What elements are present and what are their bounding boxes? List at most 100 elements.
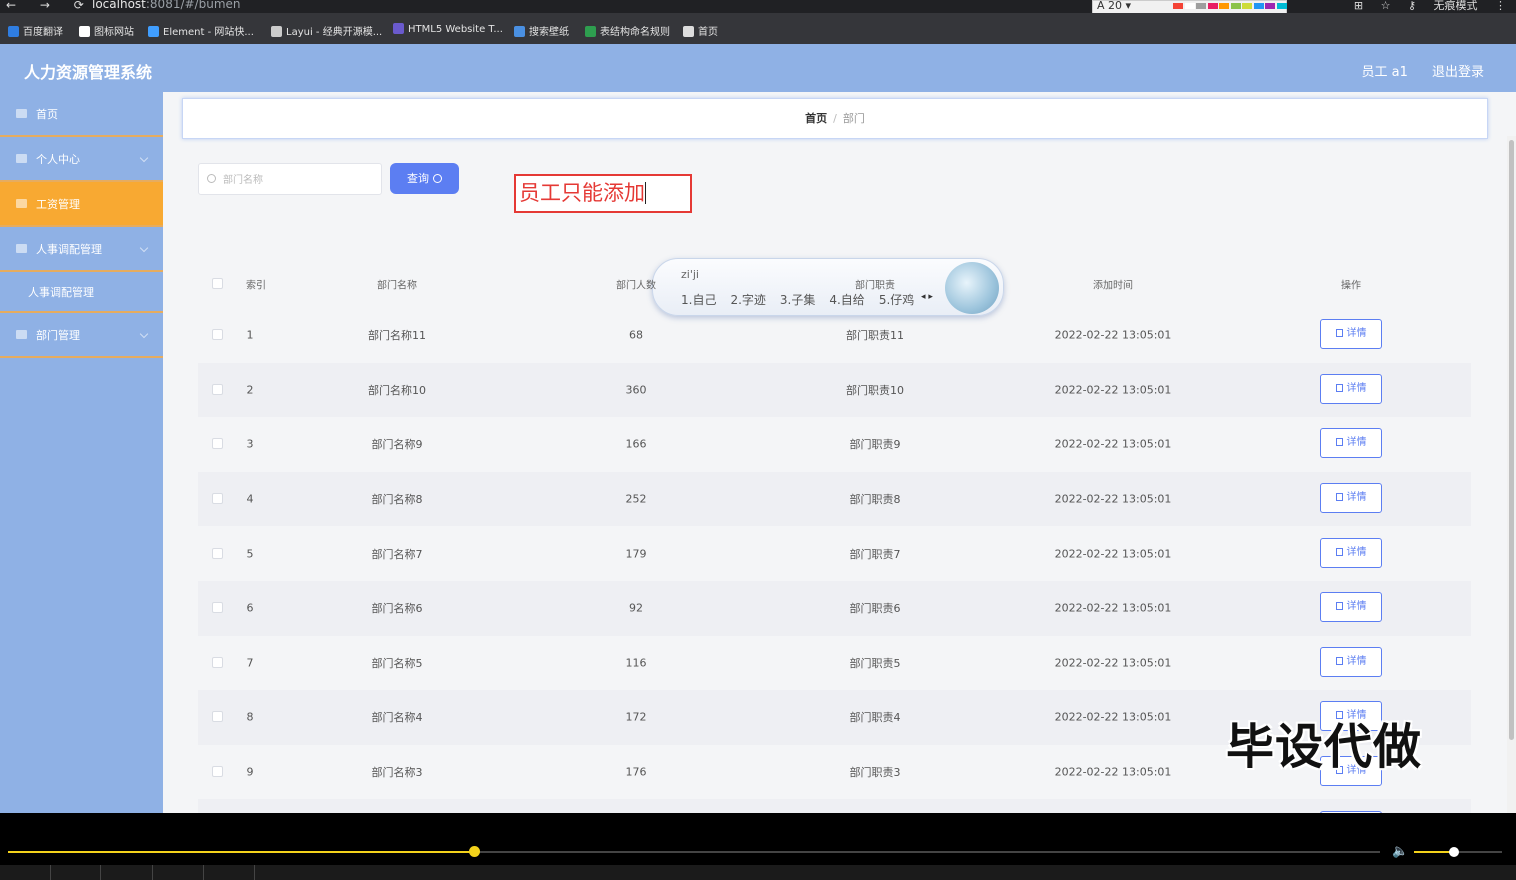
cell-add-time: 2022-02-22 13:05:01: [1054, 492, 1172, 506]
bookmark-label: 搜索壁纸: [529, 27, 569, 38]
bookmark-item[interactable]: 图标网站: [79, 23, 134, 38]
row-checkbox[interactable]: [212, 602, 223, 614]
cell-dept-duty: 部门职责9: [849, 438, 901, 452]
bookmark-icon: [271, 26, 282, 37]
color-swatch[interactable]: [1242, 3, 1252, 9]
progress-knob[interactable]: [469, 846, 481, 857]
progress-track[interactable]: [8, 846, 1380, 857]
color-swatch[interactable]: [1173, 3, 1183, 9]
cell-dept-duty: 部门职责8: [849, 493, 901, 507]
bookmark-item[interactable]: 首页: [683, 23, 718, 38]
sidebar-item[interactable]: 人事调配管理: [0, 227, 163, 272]
translate-icon[interactable]: ⊞: [1354, 0, 1363, 12]
detail-button-label: 详情: [1346, 492, 1367, 504]
document-icon: [1335, 656, 1343, 665]
volume-track[interactable]: [1414, 847, 1502, 857]
font-size-value[interactable]: A 20 ▾: [1097, 0, 1131, 12]
query-button[interactable]: 查询: [390, 163, 459, 194]
sidebar-item[interactable]: 工资管理: [0, 182, 163, 227]
bookmark-item[interactable]: 搜索壁纸: [514, 23, 569, 38]
sidebar-item[interactable]: 首页: [0, 92, 163, 137]
color-swatch[interactable]: [1184, 3, 1195, 9]
cell-dept-name: 部门名称11: [368, 329, 426, 343]
sidebar-item[interactable]: 人事调配管理: [0, 272, 163, 313]
logout-link[interactable]: 退出登录: [1432, 65, 1484, 80]
annotation-text-box[interactable]: 员工只能添加: [514, 174, 692, 213]
incognito-label[interactable]: 无痕模式: [1434, 0, 1478, 12]
flag-icon: [16, 330, 27, 339]
bookmark-icon: [585, 26, 596, 37]
bookmark-icon: [683, 26, 694, 37]
cell-dept-duty: 部门职责3: [849, 766, 901, 780]
color-swatch[interactable]: [1265, 3, 1275, 9]
table-row: 6 部门名称6 92 部门职责6 2022-02-22 13:05:01 详情: [198, 580, 1471, 636]
color-swatch[interactable]: [1276, 3, 1287, 9]
bookmark-item[interactable]: 表结构命名规则: [585, 23, 670, 38]
row-checkbox[interactable]: [212, 383, 223, 395]
detail-button[interactable]: 详情: [1320, 646, 1382, 677]
browser-nav-icons[interactable]: ← → ⟳: [6, 0, 94, 12]
row-checkbox[interactable]: [212, 656, 223, 668]
search-icon: [433, 174, 442, 183]
cell-dept-count: 68: [629, 328, 643, 342]
sidebar-item-label: 工资管理: [36, 197, 80, 211]
color-swatch[interactable]: [1253, 3, 1264, 9]
detail-button[interactable]: 详情: [1320, 319, 1382, 350]
color-swatch[interactable]: [1207, 3, 1218, 9]
document-icon: [1335, 438, 1343, 447]
document-icon: [1335, 602, 1343, 611]
cell-dept-name: 部门名称8: [371, 493, 423, 507]
header-index: 索引: [246, 280, 266, 292]
detail-button[interactable]: 详情: [1320, 373, 1382, 404]
cell-index: 5: [246, 547, 254, 561]
row-checkbox[interactable]: [212, 766, 223, 778]
detail-button[interactable]: 详情: [1320, 592, 1382, 623]
bookmark-item[interactable]: Element - 网站快...: [148, 23, 254, 38]
detail-button[interactable]: 详情: [1320, 428, 1382, 459]
cell-index: 7: [246, 656, 254, 670]
page-scrollbar[interactable]: [1507, 136, 1516, 813]
row-checkbox[interactable]: [212, 329, 223, 341]
row-checkbox[interactable]: [212, 493, 223, 505]
menu-icon[interactable]: ⋮: [1495, 0, 1506, 12]
breadcrumb: 首页 / 部门: [182, 98, 1488, 139]
color-swatch[interactable]: [1196, 3, 1206, 9]
breadcrumb-home[interactable]: 首页: [805, 112, 827, 125]
table-row: 5 部门名称7 179 部门职责7 2022-02-22 13:05:01 详情: [198, 526, 1471, 581]
detail-button[interactable]: 详情: [1320, 483, 1382, 514]
video-player-bar: 🔈: [0, 813, 1516, 880]
volume-icon[interactable]: 🔈: [1392, 844, 1408, 859]
department-search-field[interactable]: [198, 163, 382, 195]
color-swatch[interactable]: [1230, 3, 1241, 9]
row-checkbox[interactable]: [212, 547, 223, 559]
wallet-icon: [16, 199, 27, 208]
cell-dept-name: 部门名称6: [371, 602, 423, 616]
detail-button[interactable]: 详情: [1320, 537, 1382, 568]
cell-dept-name: 部门名称7: [371, 547, 423, 561]
bookmark-item[interactable]: 百度翻译: [8, 23, 63, 38]
bookmark-label: HTML5 Website T...: [408, 24, 503, 35]
scrollbar-thumb[interactable]: [1509, 140, 1514, 740]
sidebar: 首页 个人中心工资管理人事调配管理 人事调配管理 部门管理: [0, 92, 163, 813]
detail-button-label: 详情: [1346, 437, 1367, 449]
key-icon[interactable]: ⚷: [1408, 0, 1416, 12]
bookmark-icon: [514, 26, 525, 37]
bookmarks-bar: 百度翻译 图标网站 Element - 网站快... Layui - 经典开源模...…: [0, 13, 1516, 44]
row-checkbox[interactable]: [212, 438, 223, 450]
sidebar-item[interactable]: 个人中心: [0, 137, 163, 182]
department-search-input[interactable]: [223, 171, 373, 189]
user-label[interactable]: 员工 a1: [1361, 65, 1407, 80]
cell-add-time: 2022-02-22 13:05:01: [1054, 601, 1172, 615]
sidebar-item[interactable]: 部门管理: [0, 313, 163, 358]
star-icon[interactable]: ☆: [1381, 0, 1391, 12]
select-all-checkbox[interactable]: [212, 278, 223, 289]
cell-index: 3: [246, 437, 254, 451]
row-checkbox[interactable]: [212, 711, 223, 723]
address-bar[interactable]: localhost:8081/#/bumen: [92, 0, 241, 11]
cell-index: 9: [246, 765, 254, 779]
volume-knob[interactable]: [1448, 847, 1459, 857]
color-swatch[interactable]: [1219, 3, 1229, 9]
bookmark-item[interactable]: HTML5 Website T...: [393, 23, 503, 35]
detail-button-label: 详情: [1346, 655, 1367, 667]
bookmark-item[interactable]: Layui - 经典开源模...: [271, 23, 382, 38]
